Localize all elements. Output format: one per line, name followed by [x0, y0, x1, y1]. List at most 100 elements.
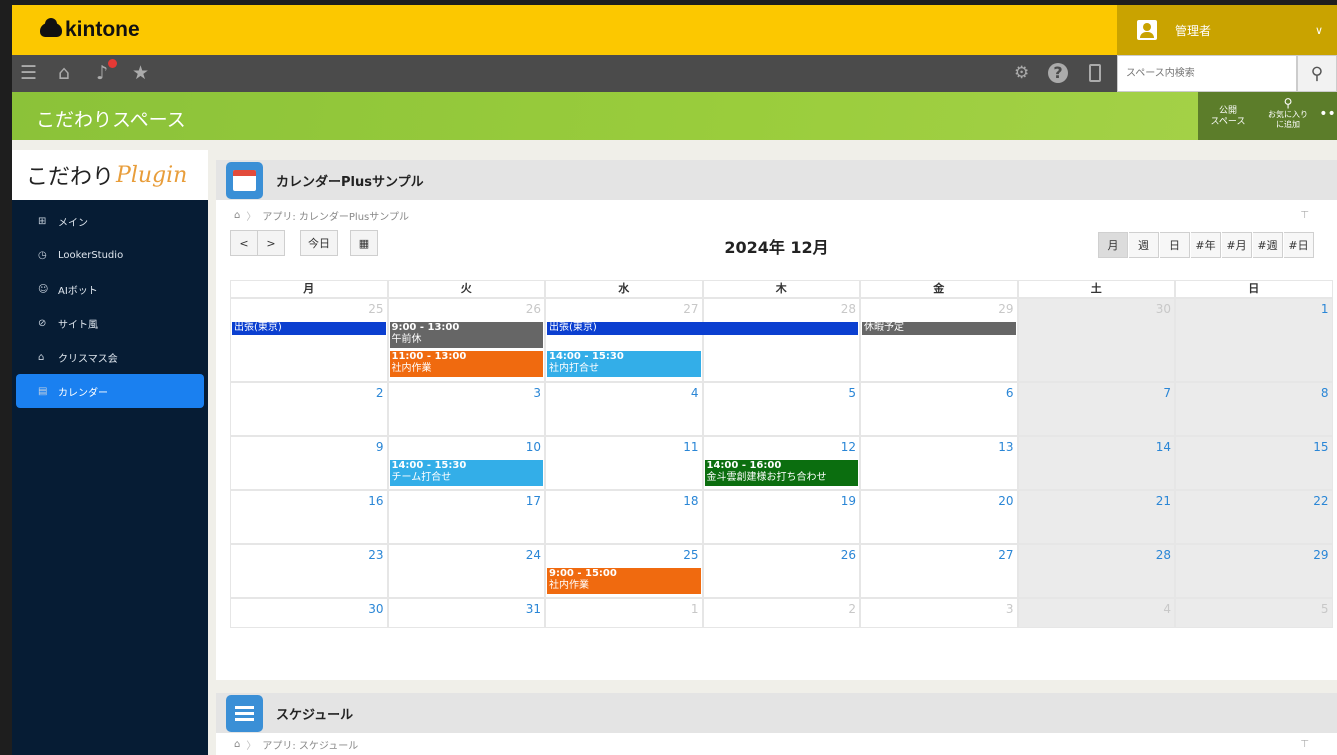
day-cell[interactable]: 14 — [1017, 436, 1175, 490]
day-cell[interactable]: 7 — [1017, 382, 1175, 436]
day-number: 4 — [1163, 602, 1171, 616]
day-cell[interactable]: 15 — [1175, 436, 1333, 490]
add-favorite-label-2: に追加 — [1276, 120, 1300, 129]
calendar-event[interactable]: 9:00 - 15:00 社内作業 — [547, 568, 701, 594]
mobile-icon[interactable] — [1089, 64, 1101, 82]
day-cell[interactable]: 2 — [702, 598, 860, 628]
event-time: 14:00 - 15:30 — [549, 351, 624, 362]
day-cell[interactable]: 13 — [860, 436, 1018, 490]
day-cell[interactable]: 1 — [545, 598, 703, 628]
day-number: 26 — [840, 548, 856, 562]
user-menu[interactable]: 管理者 ∨ — [1117, 5, 1337, 55]
sidebar-item[interactable]: ▤ カレンダー — [16, 374, 204, 408]
day-cell[interactable]: 31 — [387, 598, 545, 628]
home-icon[interactable]: ⌂ — [58, 63, 70, 83]
day-cell[interactable]: 4 — [545, 382, 703, 436]
space-search-input[interactable] — [1117, 55, 1297, 92]
sidebar-item[interactable]: ⊞ メイン — [16, 204, 204, 238]
day-cell[interactable]: 11 — [545, 436, 703, 490]
view-button[interactable]: 日 — [1160, 232, 1190, 258]
day-cell[interactable]: 17 — [387, 490, 545, 544]
day-cell[interactable]: 21 — [1017, 490, 1175, 544]
add-favorite-button[interactable]: ⚲ お気に入り に追加 — [1258, 92, 1318, 140]
view-button[interactable]: 月 — [1098, 232, 1128, 258]
help-icon[interactable]: ? — [1048, 63, 1068, 83]
calendar-event[interactable]: 11:00 - 13:00 社内作業 — [389, 351, 543, 377]
view-button[interactable]: 週 — [1129, 232, 1159, 258]
day-cell[interactable]: 2 — [230, 382, 388, 436]
view-button[interactable]: #年 — [1191, 232, 1221, 258]
breadcrumb-home-icon[interactable]: ⌂ — [234, 739, 240, 750]
event-title: 出張(東京) — [234, 322, 282, 333]
view-button[interactable]: #月 — [1222, 232, 1252, 258]
view-button[interactable]: #週 — [1253, 232, 1283, 258]
notification-badge — [108, 59, 117, 68]
day-cell[interactable]: 27 — [860, 544, 1018, 598]
kintone-cloud-icon — [40, 18, 62, 37]
day-number: 5 — [1320, 602, 1329, 616]
day-number: 30 — [1155, 302, 1171, 316]
day-cell[interactable]: 28 — [1017, 544, 1175, 598]
calendar-event[interactable]: 9:00 - 13:00 午前休 — [389, 322, 543, 348]
day-cell[interactable]: 30 — [1017, 298, 1175, 382]
next-month-button[interactable]: > — [257, 230, 285, 256]
day-cell[interactable]: 29 — [860, 298, 1018, 382]
public-space-button[interactable]: 公開 スペース — [1198, 92, 1258, 140]
day-cell[interactable]: 24 — [387, 544, 545, 598]
weekday-header: 水 — [545, 280, 703, 298]
day-cell[interactable]: 28 — [702, 298, 860, 382]
calendar-event[interactable]: 出張(東京) — [547, 322, 858, 335]
day-cell[interactable]: 30 — [230, 598, 388, 628]
sidebar-item[interactable]: ◷ LookerStudio — [16, 238, 204, 272]
calendar-event[interactable]: 14:00 - 15:30 チーム打合せ — [389, 460, 543, 486]
calendar-event[interactable]: 14:00 - 16:00 金斗雲創建様お打ち合わせ — [704, 460, 858, 486]
day-cell[interactable]: 18 — [545, 490, 703, 544]
kintone-logo[interactable]: kintone — [40, 18, 140, 42]
day-cell[interactable]: 4 — [1017, 598, 1175, 628]
settings-gear-icon[interactable]: ⚙ — [1014, 63, 1029, 83]
day-cell[interactable]: 26 — [702, 544, 860, 598]
day-cell[interactable]: 23 — [230, 544, 388, 598]
day-cell[interactable]: 1 — [1175, 298, 1333, 382]
notification-bell-icon[interactable]: ♪ — [96, 63, 108, 83]
breadcrumb-app-link[interactable]: アプリ: カレンダーPlusサンプル — [262, 208, 409, 223]
day-cell[interactable]: 3 — [387, 382, 545, 436]
day-cell[interactable]: 19 — [702, 490, 860, 544]
hamburger-menu-icon[interactable]: ☰ — [20, 63, 37, 83]
sidebar-menu: ⊞ メイン ◷ LookerStudio ☺ AIボット ⊘ サイト風 ⌂ クリスマス会 ▤ カレンダ… — [12, 204, 208, 408]
search-button[interactable]: ⚲ — [1297, 55, 1337, 92]
calendar-event[interactable]: 14:00 - 15:30 社内打合せ — [547, 351, 701, 377]
pin-icon[interactable]: ⊤ — [1300, 739, 1309, 750]
day-cell[interactable]: 16 — [230, 490, 388, 544]
favorites-star-icon[interactable]: ★ — [132, 63, 149, 83]
day-cell[interactable]: 9 — [230, 436, 388, 490]
event-title: チーム打合せ — [391, 472, 452, 483]
sidebar-item[interactable]: ⊘ サイト風 — [16, 306, 204, 340]
day-cell[interactable]: 22 — [1175, 490, 1333, 544]
calendar-event[interactable]: 休暇予定 — [862, 322, 1016, 335]
day-cell[interactable]: 8 — [1175, 382, 1333, 436]
day-cell[interactable]: 20 — [860, 490, 1018, 544]
day-cell[interactable]: 5 — [1175, 598, 1333, 628]
day-number: 17 — [525, 494, 541, 508]
calendar-event[interactable]: 出張(東京) — [232, 322, 386, 335]
day-cell[interactable]: 5 — [702, 382, 860, 436]
day-cell[interactable]: 29 — [1175, 544, 1333, 598]
public-space-label-1: 公開 — [1218, 106, 1237, 116]
prev-month-button[interactable]: < — [230, 230, 258, 256]
breadcrumb-app-link[interactable]: アプリ: スケジュール — [262, 737, 358, 752]
day-number: 1 — [1320, 302, 1329, 316]
day-number: 3 — [1005, 602, 1014, 616]
day-cell[interactable]: 25 — [230, 298, 388, 382]
date-picker-button[interactable]: ▦ — [350, 230, 378, 256]
day-cell[interactable]: 3 — [860, 598, 1018, 628]
breadcrumb-home-icon[interactable]: ⌂ — [234, 210, 240, 221]
sidebar-item[interactable]: ☺ AIボット — [16, 272, 204, 306]
day-number: 25 — [683, 548, 699, 562]
pin-icon[interactable]: ⊤ — [1300, 210, 1309, 221]
more-options-button[interactable]: •• — [1318, 92, 1337, 140]
view-button[interactable]: #日 — [1284, 232, 1314, 258]
day-cell[interactable]: 6 — [860, 382, 1018, 436]
today-button[interactable]: 今日 — [300, 230, 338, 256]
sidebar-item[interactable]: ⌂ クリスマス会 — [16, 340, 204, 374]
